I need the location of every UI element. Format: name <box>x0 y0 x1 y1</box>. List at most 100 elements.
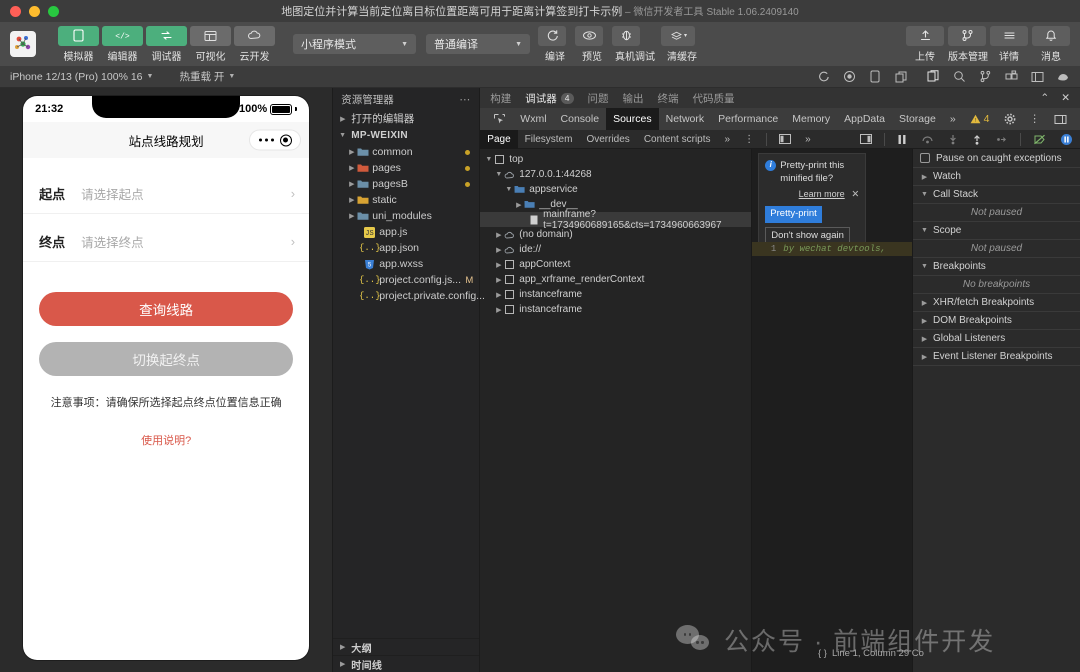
wechat-capsule[interactable] <box>249 129 302 151</box>
sidebar-section-xhr-breakpoints[interactable]: ▶ XHR/fetch Breakpoints <box>913 294 1080 312</box>
query-route-button[interactable]: 查询线路 <box>39 292 294 326</box>
file-row-project-private-config[interactable]: {..} project.private.config... <box>333 288 485 304</box>
toolbar-button-clear-cache[interactable]: ▾ 清缓存 <box>661 25 703 63</box>
outline-section[interactable]: ▶ 大纲 <box>333 638 480 655</box>
collapse-icon[interactable]: ⌃ <box>1040 92 1049 104</box>
sidebar-section-call-stack[interactable]: ▼ Call Stack <box>913 186 1080 204</box>
panel-tab-memory[interactable]: Memory <box>785 108 837 130</box>
learn-more-link[interactable]: Learn more <box>799 189 845 199</box>
pages-icon[interactable] <box>926 70 940 84</box>
panel-tab-appdata[interactable]: AppData <box>837 108 892 130</box>
more-icon[interactable] <box>258 138 275 142</box>
nav-row-instanceframe-1[interactable]: ▶ instanceframe <box>480 287 751 302</box>
subtab-filesystem[interactable]: Filesystem <box>518 130 580 149</box>
tab-build[interactable]: 构建 <box>490 91 511 106</box>
start-point-row[interactable]: 起点 请选择起点 › <box>23 174 310 214</box>
toolbar-button-editor[interactable]: </> 编辑器 <box>102 25 143 63</box>
panel-tab-console[interactable]: Console <box>554 108 607 130</box>
subtab-page[interactable]: Page <box>480 129 518 149</box>
sidebar-section-scope[interactable]: ▼ Scope <box>913 222 1080 240</box>
panel-tab-performance[interactable]: Performance <box>711 108 785 130</box>
explorer-more-icon[interactable]: ⋯ <box>459 93 471 106</box>
branch-icon[interactable] <box>978 70 992 84</box>
tab-problems[interactable]: 问题 <box>588 91 609 106</box>
sidebar-section-event-listener-breakpoints[interactable]: ▶ Event Listener Breakpoints <box>913 348 1080 366</box>
panel-overflow-icon[interactable]: » <box>943 108 963 130</box>
toolbar-button-messages[interactable]: 消息 <box>1032 25 1070 63</box>
help-link[interactable]: 使用说明? <box>23 432 309 448</box>
refresh-icon[interactable] <box>816 70 830 84</box>
toolbar-button-visual[interactable]: 可视化 <box>190 25 231 63</box>
file-row-uni-modules[interactable]: ▶ uni_modules <box>333 208 479 224</box>
close-icon[interactable]: ✕ <box>851 189 859 200</box>
toolbar-button-preview[interactable]: 预览 <box>575 25 609 63</box>
nav-row-appservice[interactable]: ▼ appservice <box>480 182 751 197</box>
gear-icon[interactable] <box>997 108 1023 130</box>
timeline-section[interactable]: ▶ 时间线 <box>333 655 480 672</box>
toolbar-button-cloud[interactable]: 云开发 <box>234 25 275 63</box>
pretty-print-button[interactable]: Pretty-print <box>765 206 822 224</box>
checkbox-icon[interactable] <box>920 153 930 163</box>
warning-indicator[interactable]: ! 4 <box>963 108 997 130</box>
close-target-icon[interactable] <box>279 134 292 146</box>
pause-exceptions-icon[interactable] <box>1053 130 1080 149</box>
more-tools-icon[interactable]: » <box>798 130 818 149</box>
panel-icon[interactable] <box>1030 70 1044 84</box>
file-row-app-js[interactable]: JS app.js <box>333 224 479 240</box>
file-row-static[interactable]: ▶ static <box>333 192 479 208</box>
panel-tab-network[interactable]: Network <box>659 108 712 130</box>
search-icon[interactable] <box>952 70 966 84</box>
tab-output[interactable]: 输出 <box>623 91 644 106</box>
nav-row-xrframe[interactable]: ▶ app_xrframe_renderContext <box>480 272 751 287</box>
panel-tab-sources[interactable]: Sources <box>606 108 659 130</box>
sidebar-section-dom-breakpoints[interactable]: ▶ DOM Breakpoints <box>913 312 1080 330</box>
show-debugger-icon[interactable] <box>853 130 879 149</box>
code-line-1[interactable]: 1 by wechat devtools, <box>752 242 912 256</box>
nav-row-instanceframe-2[interactable]: ▶ instanceframe <box>480 302 751 317</box>
extensions-icon[interactable] <box>1004 70 1018 84</box>
file-row-app-wxss[interactable]: 5 app.wxss <box>333 256 479 272</box>
tab-terminal[interactable]: 终端 <box>658 91 679 106</box>
nav-row-appcontext[interactable]: ▶ appContext <box>480 257 751 272</box>
hand-icon[interactable] <box>1056 70 1070 84</box>
toolbar-button-device-debug[interactable]: 真机调试 <box>612 25 658 63</box>
pause-resume-icon[interactable] <box>890 130 914 149</box>
subtab-kebab-icon[interactable]: ⋮ <box>737 130 761 149</box>
dock-panel-icon[interactable] <box>1047 108 1074 130</box>
subtab-overflow-icon[interactable]: » <box>718 130 738 149</box>
step-icon[interactable] <box>989 130 1015 149</box>
step-into-icon[interactable] <box>941 130 965 149</box>
file-row-pagesb[interactable]: ▶ pagesB <box>333 176 479 192</box>
show-navigator-icon[interactable] <box>772 130 798 149</box>
tab-debugger[interactable]: 调试器 4 <box>525 91 574 106</box>
phone-icon[interactable] <box>868 70 882 84</box>
file-row-pages[interactable]: ▶ pages <box>333 160 479 176</box>
sidebar-section-watch[interactable]: ▶ Watch <box>913 168 1080 186</box>
record-icon[interactable] <box>842 70 856 84</box>
nav-row-mainframe[interactable]: ▶ mainframe?t=1734960689165&cts=17349606… <box>480 209 752 231</box>
project-section[interactable]: ▼ MP-WEIXIN <box>333 127 479 144</box>
toolbar-button-upload[interactable]: 上传 <box>906 25 944 63</box>
nav-row-localhost[interactable]: ▼ 127.0.0.1:44268 <box>480 167 751 182</box>
close-icon[interactable]: ✕ <box>1061 92 1070 104</box>
nav-row-ide[interactable]: ▶ ide:// <box>480 242 751 257</box>
pause-on-caught-exceptions-row[interactable]: Pause on caught exceptions <box>913 149 1080 168</box>
sidebar-section-global-listeners[interactable]: ▶ Global Listeners <box>913 330 1080 348</box>
subtab-content-scripts[interactable]: Content scripts <box>637 130 718 149</box>
step-out-icon[interactable] <box>965 130 989 149</box>
subtab-overrides[interactable]: Overrides <box>579 130 636 149</box>
step-over-icon[interactable] <box>914 130 941 149</box>
deactivate-breakpoints-icon[interactable] <box>1026 130 1053 149</box>
nav-row-top[interactable]: ▼ top <box>480 152 751 167</box>
toolbar-button-details[interactable]: 详情 <box>990 25 1028 63</box>
copy-icon[interactable] <box>894 70 908 84</box>
kebab-menu-icon[interactable]: ⋮ <box>1023 108 1048 130</box>
inspect-element-icon[interactable] <box>486 108 513 130</box>
file-row-common[interactable]: ▶ common <box>333 144 479 160</box>
hot-reload-toggle[interactable]: 热重载 开 ▼ <box>179 69 235 84</box>
toolbar-button-version[interactable]: 版本管理 <box>948 25 988 63</box>
file-row-app-json[interactable]: {..} app.json <box>333 240 479 256</box>
panel-tab-wxml[interactable]: Wxml <box>513 108 553 130</box>
panel-tab-storage[interactable]: Storage <box>892 108 943 130</box>
file-row-project-config[interactable]: {..} project.config.js... M <box>333 272 479 288</box>
